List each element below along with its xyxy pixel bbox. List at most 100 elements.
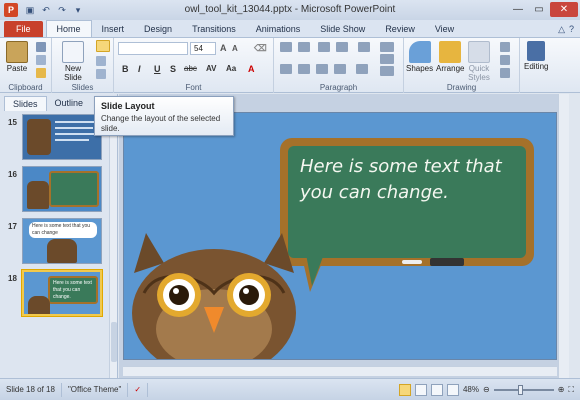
minimize-ribbon-icon[interactable]: △ [558,24,565,35]
help-icon[interactable]: ? [569,24,574,35]
character-spacing-button[interactable]: AV [206,64,217,73]
tab-file[interactable]: File [4,21,43,37]
spellcheck-icon[interactable]: ✓ [128,382,149,397]
text-line [55,127,93,129]
tab-design[interactable]: Design [134,21,182,37]
slide-thumbnail-15[interactable] [22,114,102,160]
increase-indent-icon[interactable] [336,42,348,52]
vertical-scrollbar[interactable] [558,94,569,378]
customize-icon[interactable]: ▾ [72,4,84,16]
normal-view-button[interactable] [398,383,411,396]
zoom-level[interactable]: 48% [463,385,479,394]
italic-button[interactable]: I [138,64,141,74]
redo-icon[interactable]: ↷ [56,4,68,16]
tab-animations[interactable]: Animations [246,21,311,37]
save-icon[interactable]: ▣ [24,4,36,16]
format-painter-icon[interactable] [36,68,46,78]
numbering-icon[interactable] [298,42,310,52]
shape-effects-icon[interactable] [500,68,510,78]
chalkboard: Here is some text that you can change. [288,146,526,258]
tab-slide-show[interactable]: Slide Show [310,21,375,37]
tab-home[interactable]: Home [45,20,92,37]
undo-icon[interactable]: ↶ [40,4,52,16]
reading-view-button[interactable] [430,383,443,396]
copy-icon[interactable] [36,55,46,65]
strikethrough-button[interactable]: abc [184,64,197,73]
close-button[interactable]: ✕ [550,2,578,17]
tab-view[interactable]: View [425,21,464,37]
smartart-icon[interactable] [380,66,394,76]
horizontal-scrollbar[interactable] [123,366,557,376]
tooltip-title: Slide Layout [101,101,155,111]
slide-canvas[interactable]: Here is some text that you can change. [123,112,557,360]
ribbon: Paste Clipboard New Slide Slides 54 A A [0,38,580,93]
line-spacing-icon[interactable] [358,42,370,52]
tab-slides[interactable]: Slides [4,96,47,111]
text-direction-icon[interactable] [380,42,394,52]
align-left-icon[interactable] [280,64,292,74]
new-slide-button[interactable]: New Slide [62,41,84,82]
font-name-box[interactable] [118,42,188,55]
justify-icon[interactable] [334,64,346,74]
shrink-font-icon[interactable]: A [232,44,238,53]
minimize-button[interactable]: — [508,2,528,17]
paste-button[interactable]: Paste [6,41,28,73]
shape-outline-icon[interactable] [500,55,510,65]
speech-tail-inner [306,254,324,286]
align-right-icon[interactable] [316,64,328,74]
zoom-slider[interactable] [493,384,554,395]
align-center-icon[interactable] [298,64,310,74]
paragraph-group: Paragraph [274,38,404,93]
tab-insert[interactable]: Insert [92,21,135,37]
view-controls: 48% ⊖ ⊕ ⛶ [398,383,580,396]
owl-illustration[interactable] [124,233,304,360]
tab-outline[interactable]: Outline [47,96,92,111]
align-text-icon[interactable] [380,54,394,64]
title-bar: P ▣ ↶ ↷ ▾ owl_tool_kit_13044.pptx - Micr… [0,0,580,20]
section-icon[interactable] [96,69,106,79]
window-controls: — ▭ ✕ [508,2,578,17]
shape-fill-icon[interactable] [500,42,510,52]
maximize-button[interactable]: ▭ [529,2,549,17]
owl-right-eye [227,273,271,317]
reset-icon[interactable] [96,56,106,66]
tab-review[interactable]: Review [375,21,425,37]
clear-formatting-icon[interactable]: ⌫ [254,43,267,54]
slide-text[interactable]: Here is some text that you can change. [300,154,514,206]
quick-styles-button[interactable]: Quick Styles [468,41,490,82]
editing-button[interactable]: Editing [524,41,548,71]
underline-button[interactable]: U [154,64,161,74]
font-size-box[interactable]: 54 [190,42,216,55]
slide-show-button[interactable] [446,383,459,396]
change-case-button[interactable]: Aa [226,64,236,73]
slide-layout-icon[interactable] [96,40,110,52]
slide-thumbnail-18[interactable]: Here is some text that you can change. [22,270,102,316]
slides-group: New Slide Slides [52,38,114,93]
tab-transitions[interactable]: Transitions [182,21,246,37]
powerpoint-window: P ▣ ↶ ↷ ▾ owl_tool_kit_13044.pptx - Micr… [0,0,580,400]
chalkboard-frame[interactable]: Here is some text that you can change. [280,138,534,292]
pane-scrollbar[interactable] [109,112,117,378]
decrease-indent-icon[interactable] [318,42,330,52]
grow-font-icon[interactable]: A [220,43,227,53]
fit-to-window-icon[interactable]: ⛶ [568,385,574,395]
shapes-button[interactable]: Shapes [406,41,433,73]
zoom-in-icon[interactable]: ⊕ [558,385,565,394]
slide-thumbnail-16[interactable] [22,166,102,212]
zoom-knob[interactable] [517,384,523,395]
slide-sorter-button[interactable] [414,383,427,396]
bullets-icon[interactable] [280,42,292,52]
arrange-button[interactable]: Arrange [436,41,464,73]
font-color-button[interactable]: A [248,64,255,74]
powerpoint-icon[interactable]: P [4,3,18,17]
slide-number: 16 [8,170,17,179]
scroll-thumb[interactable] [111,322,117,362]
status-bar: Slide 18 of 18 "Office Theme" ✓ 48% ⊖ ⊕ … [0,378,580,400]
slide-thumbnail-17[interactable]: Here is some text that you can change [22,218,102,264]
columns-icon[interactable] [356,64,368,74]
bold-button[interactable]: B [122,64,129,74]
cut-icon[interactable] [36,42,46,52]
zoom-out-icon[interactable]: ⊖ [483,385,490,394]
shadow-button[interactable]: S [170,64,176,74]
owl-image [27,119,51,155]
